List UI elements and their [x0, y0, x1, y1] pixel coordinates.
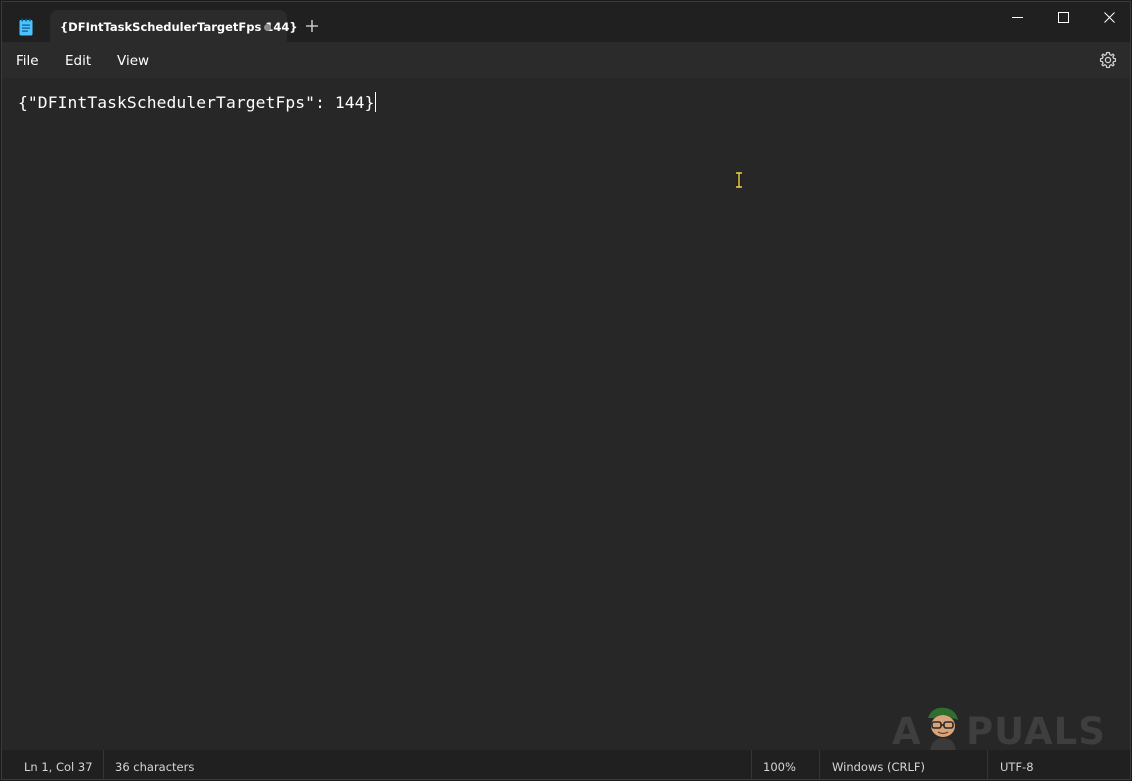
line-ending[interactable]: Windows (CRLF) — [832, 760, 925, 774]
menu-edit[interactable]: Edit — [65, 53, 91, 69]
menu-bar: File Edit View — [2, 42, 1130, 78]
title-bar[interactable]: {DFIntTaskSchedulerTargetFps 144} — [2, 2, 1130, 42]
character-count: 36 characters — [115, 760, 195, 774]
close-button[interactable] — [1086, 2, 1130, 34]
close-icon — [1104, 12, 1115, 23]
watermark-letter-a: A — [892, 710, 922, 753]
appuals-watermark: A PUALS — [892, 702, 1107, 753]
menu-view[interactable]: View — [117, 53, 149, 69]
tab-title: {DFIntTaskSchedulerTargetFps 144} — [60, 20, 298, 34]
mascot-icon — [928, 707, 958, 752]
status-divider — [103, 750, 104, 779]
editor-content[interactable]: {"DFIntTaskSchedulerTargetFps": 144} — [18, 92, 377, 112]
notepad-icon — [19, 18, 33, 36]
gear-icon[interactable] — [1099, 51, 1117, 69]
text-caret — [375, 92, 377, 112]
maximize-icon — [1058, 12, 1069, 23]
unsaved-dot-icon[interactable] — [264, 24, 271, 31]
status-bar: Ln 1, Col 37 36 characters 100% Windows … — [2, 750, 1130, 779]
editor-line: {"DFIntTaskSchedulerTargetFps": 144} — [18, 93, 375, 112]
minimize-icon — [1012, 17, 1023, 18]
ibeam-cursor-icon — [736, 172, 742, 188]
encoding[interactable]: UTF-8 — [1000, 760, 1034, 774]
maximize-button[interactable] — [1040, 2, 1086, 34]
text-editor[interactable]: {"DFIntTaskSchedulerTargetFps": 144} — [2, 78, 1130, 750]
plus-icon[interactable] — [304, 18, 320, 34]
minimize-button[interactable] — [994, 2, 1040, 34]
cursor-position[interactable]: Ln 1, Col 37 — [24, 760, 93, 774]
document-tab[interactable]: {DFIntTaskSchedulerTargetFps 144} — [50, 10, 298, 42]
status-divider — [819, 750, 820, 779]
watermark-letters-puals: PUALS — [966, 710, 1106, 753]
notepad-window: {DFIntTaskSchedulerTargetFps 144} File E… — [1, 1, 1131, 780]
status-divider — [751, 750, 752, 779]
zoom-level[interactable]: 100% — [763, 760, 796, 774]
menu-file[interactable]: File — [16, 53, 39, 69]
status-divider — [987, 750, 988, 779]
